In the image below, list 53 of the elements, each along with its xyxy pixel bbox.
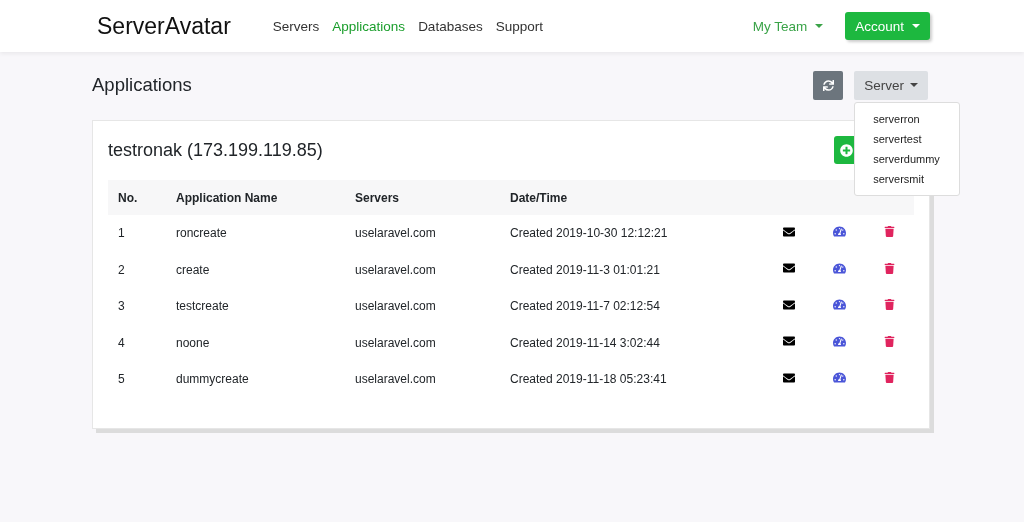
menu-item[interactable]: serversmit <box>855 168 960 189</box>
refresh-button[interactable] <box>813 70 844 100</box>
trash-icon[interactable] <box>883 226 895 238</box>
table-cell-text: 4 <box>117 334 126 352</box>
server-filter-button[interactable]: Server <box>854 70 928 100</box>
gauge-icon[interactable] <box>832 334 846 348</box>
nav-link[interactable]: Databases <box>418 18 483 34</box>
envelope-icon[interactable] <box>783 371 795 384</box>
table-cell-text: uselaravel.com <box>354 298 437 316</box>
menu-item[interactable]: servertest <box>855 128 960 149</box>
trash-icon[interactable] <box>883 262 895 274</box>
card-title: testronak (173.199.119.85) <box>108 139 323 161</box>
table-cell: roncreate <box>166 215 345 252</box>
envelope-icon[interactable] <box>783 298 795 311</box>
table-cell-text: dummycreate <box>175 371 250 389</box>
refresh-icon <box>822 79 834 91</box>
page-title: Applications <box>92 74 193 96</box>
table-cell-text: noone <box>175 334 211 352</box>
table-cell-text: uselaravel.com <box>354 261 437 279</box>
table-cell-text: 5 <box>117 371 126 389</box>
gauge-icon[interactable] <box>832 298 846 312</box>
column-header: Date/Time <box>500 180 764 215</box>
nav-link[interactable]: Servers <box>272 18 320 34</box>
table-cell: uselaravel.com <box>345 215 500 252</box>
nav-link[interactable]: Applications <box>332 18 406 34</box>
envelope-icon[interactable] <box>783 262 795 275</box>
table-cell-text: 2 <box>117 261 126 279</box>
trash-icon[interactable] <box>883 335 895 347</box>
envelope-icon[interactable] <box>783 225 795 238</box>
table-cell-text: uselaravel.com <box>354 371 437 389</box>
table-cell-text: testcreate <box>175 298 230 316</box>
gauge-icon[interactable] <box>832 261 846 275</box>
table-cell-text: Created 2019-11-18 05:23:41 <box>509 371 668 389</box>
table-cell: Created 2019-10-30 12:12:21 <box>500 215 764 252</box>
envelope-icon[interactable] <box>783 335 795 348</box>
table-cell: 1 <box>108 215 166 252</box>
column-header: Application Name <box>166 180 345 215</box>
table-cell-text: 3 <box>117 298 126 316</box>
nav-link[interactable]: Support <box>495 18 543 34</box>
brand-logo[interactable]: ServerAvatar <box>97 12 231 40</box>
table-cell-text: Created 2019-11-14 3:02:44 <box>509 334 661 352</box>
table-cell-text: create <box>175 261 211 279</box>
table-cell-text: Created 2019-11-7 02:12:54 <box>509 298 661 316</box>
column-header: No. <box>108 180 166 215</box>
gauge-icon[interactable] <box>832 371 846 385</box>
table-cell-text: Created 2019-11-3 01:01:21 <box>509 261 661 279</box>
trash-icon[interactable] <box>883 299 895 311</box>
table-cell-text: uselaravel.com <box>354 334 437 352</box>
menu-item[interactable]: serverdummy <box>855 148 960 169</box>
column-header: Servers <box>345 180 500 215</box>
trash-icon[interactable] <box>883 372 895 384</box>
menu-item[interactable]: serverron <box>855 108 960 129</box>
gauge-icon[interactable] <box>832 225 846 239</box>
